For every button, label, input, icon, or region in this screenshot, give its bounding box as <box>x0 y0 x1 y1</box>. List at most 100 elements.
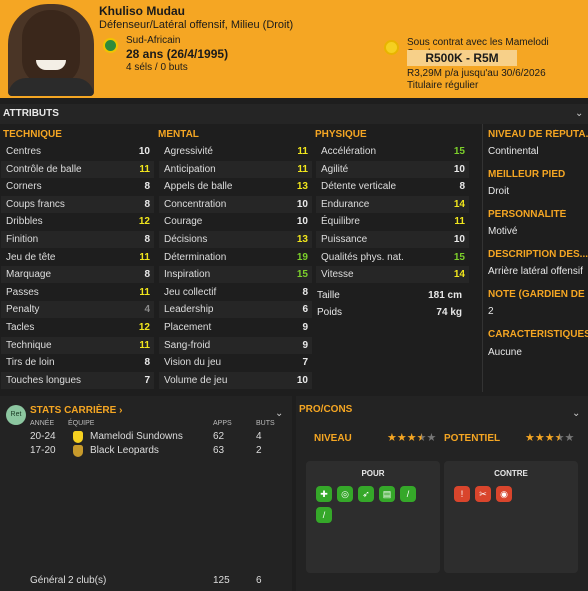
technique-attribute-row[interactable]: Coups francs 8 <box>1 195 154 213</box>
transfer-value: R500K - R5M <box>407 50 517 66</box>
attribute-label: Marquage <box>6 269 52 281</box>
attribute-value: 4 <box>144 304 150 316</box>
physique-attribute-row[interactable]: Puissance 10 <box>316 231 469 248</box>
mental-attribute-row[interactable]: Détermination 19 <box>159 249 312 266</box>
physique-attribute-row[interactable]: Vitesse 14 <box>316 266 469 284</box>
stamina-icon[interactable]: / <box>316 507 332 523</box>
technique-attribute-row[interactable]: Marquage 8 <box>1 266 154 284</box>
mental-attribute-row[interactable]: Anticipation 11 <box>159 160 312 178</box>
mental-attribute-row[interactable]: Agressivité 11 <box>159 143 312 160</box>
mental-attribute-row[interactable]: Inspiration 15 <box>159 266 312 284</box>
technique-attribute-row[interactable]: Jeu de tête 11 <box>1 249 154 266</box>
total-label: Général <box>30 575 66 586</box>
pass-icon[interactable]: ➶ <box>358 486 374 502</box>
attribute-label: Jeu de tête <box>6 251 56 263</box>
mental-attribute-row[interactable]: Concentration 10 <box>159 195 312 213</box>
attribute-label: Finition <box>6 234 39 245</box>
physique-attribute-row[interactable]: Agilité 10 <box>316 160 469 178</box>
row-apps: 62 <box>213 431 225 442</box>
penalty-icon[interactable]: ! <box>454 486 470 502</box>
mental-attribute-row[interactable]: Décisions 13 <box>159 231 312 248</box>
mental-attribute-row[interactable]: Courage 10 <box>159 213 312 230</box>
tackle-icon[interactable]: / <box>400 486 416 502</box>
chevron-down-icon[interactable]: ⌄ <box>275 408 283 419</box>
col-goals: BUTS <box>256 420 275 427</box>
attribute-value: 11 <box>297 163 308 175</box>
technique-attribute-row[interactable]: Penalty 4 <box>1 301 154 319</box>
pros-title: POUR <box>361 469 385 478</box>
attribute-label: Vitesse <box>321 269 354 281</box>
physique-attribute-row[interactable]: Endurance 14 <box>316 195 469 213</box>
technique-attribute-row[interactable]: Finition 8 <box>1 231 154 248</box>
attribute-value: 10 <box>296 198 308 210</box>
mental-attribute-row[interactable]: Volume de jeu 10 <box>159 371 312 389</box>
physique-attribute-row[interactable]: Détente verticale 8 <box>316 178 469 195</box>
technique-attribute-row[interactable]: Centres 10 <box>1 143 154 160</box>
career-stats-title[interactable]: STATS CARRIÈRE › <box>30 405 122 416</box>
attribute-value: 11 <box>139 339 150 351</box>
vision-icon[interactable]: ◉ <box>496 486 512 502</box>
mental-attribute-row[interactable]: Jeu collectif 8 <box>159 284 312 301</box>
attribute-value: 15 <box>453 251 465 263</box>
attribute-label: Agilité <box>321 163 349 175</box>
row-team[interactable]: Mamelodi Sundowns <box>90 431 183 442</box>
attribute-value: 14 <box>453 198 465 210</box>
attribute-label: Anticipation <box>164 163 216 175</box>
physique-attribute-row[interactable]: Équilibre 11 <box>316 213 469 230</box>
physique-attribute-row[interactable]: Accélération 15 <box>316 143 469 160</box>
technique-attribute-row[interactable]: Dribbles 12 <box>1 213 154 230</box>
attribute-label: Décisions <box>164 234 208 245</box>
technique-attribute-row[interactable]: Tacles 12 <box>1 319 154 336</box>
row-year: 17-20 <box>30 445 56 456</box>
mental-attribute-row[interactable]: Sang-froid 9 <box>159 336 312 354</box>
club-badge-icon[interactable] <box>384 40 399 55</box>
height-row: Taille 181 cm <box>317 290 462 301</box>
row-goals: 4 <box>256 431 262 442</box>
attribute-label: Vision du jeu <box>164 357 222 369</box>
mental-attribute-row[interactable]: Placement 9 <box>159 319 312 336</box>
nationality[interactable]: Sud-Africain <box>126 35 180 46</box>
attribute-label: Agressivité <box>164 146 213 157</box>
attribute-label: Corners <box>6 181 42 193</box>
technique-attribute-row[interactable]: Tirs de loin 8 <box>1 354 154 371</box>
leadership-icon[interactable]: ✂ <box>475 486 491 502</box>
weight-value: 74 kg <box>436 307 462 318</box>
attributes-section-header[interactable]: ATTRIBUTS <box>0 104 588 124</box>
target-icon[interactable]: ◎ <box>337 486 353 502</box>
attribute-label: Détente verticale <box>321 181 397 193</box>
player-positions: Défenseur/Latéral offensif, Milieu (Droi… <box>99 19 294 31</box>
attribute-value: 10 <box>296 216 308 228</box>
col-year: ANNÉE <box>30 420 55 427</box>
technique-attribute-row[interactable]: Touches longues 7 <box>1 371 154 389</box>
fitness-icon[interactable]: ✚ <box>316 486 332 502</box>
attribute-value: 11 <box>454 216 465 228</box>
attribute-label: Détermination <box>164 251 227 263</box>
attribute-value: 15 <box>453 146 465 157</box>
player-avatar <box>8 4 94 96</box>
attribute-label: Puissance <box>321 234 368 245</box>
ability-stars: ★★★★★ <box>387 432 437 444</box>
mental-attribute-row[interactable]: Vision du jeu 7 <box>159 354 312 371</box>
potentiel-label: POTENTIEL <box>444 433 501 444</box>
technique-attribute-row[interactable]: Passes 11 <box>1 284 154 301</box>
physique-title: PHYSIQUE <box>315 129 367 140</box>
card-icon[interactable]: ▤ <box>379 486 395 502</box>
attribute-label: Endurance <box>321 198 370 210</box>
attribute-value: 8 <box>144 357 150 369</box>
chevron-down-icon[interactable]: ⌄ <box>575 108 583 119</box>
career-stats-panel: Ret STATS CARRIÈRE › ⌄ ANNÉE ÉQUIPE APPS… <box>0 396 292 591</box>
row-team[interactable]: Black Leopards <box>90 445 159 456</box>
attributes-title: ATTRIBUTS <box>3 108 59 119</box>
nation-flag-icon[interactable] <box>103 38 118 53</box>
technique-attribute-row[interactable]: Corners 8 <box>1 178 154 195</box>
technique-attribute-row[interactable]: Technique 11 <box>1 336 154 354</box>
mental-attribute-row[interactable]: Appels de balle 13 <box>159 178 312 195</box>
attribute-label: Placement <box>164 322 212 333</box>
best-foot-value: Droit <box>488 186 510 197</box>
mental-attribute-row[interactable]: Leadership 6 <box>159 301 312 319</box>
player-name[interactable]: Khuliso Mudau <box>99 4 185 18</box>
retirement-badge: Ret <box>6 405 26 425</box>
physique-attribute-row[interactable]: Qualités phys. nat. 15 <box>316 249 469 266</box>
chevron-down-icon[interactable]: ⌄ <box>572 408 580 419</box>
technique-attribute-row[interactable]: Contrôle de balle 11 <box>1 160 154 178</box>
